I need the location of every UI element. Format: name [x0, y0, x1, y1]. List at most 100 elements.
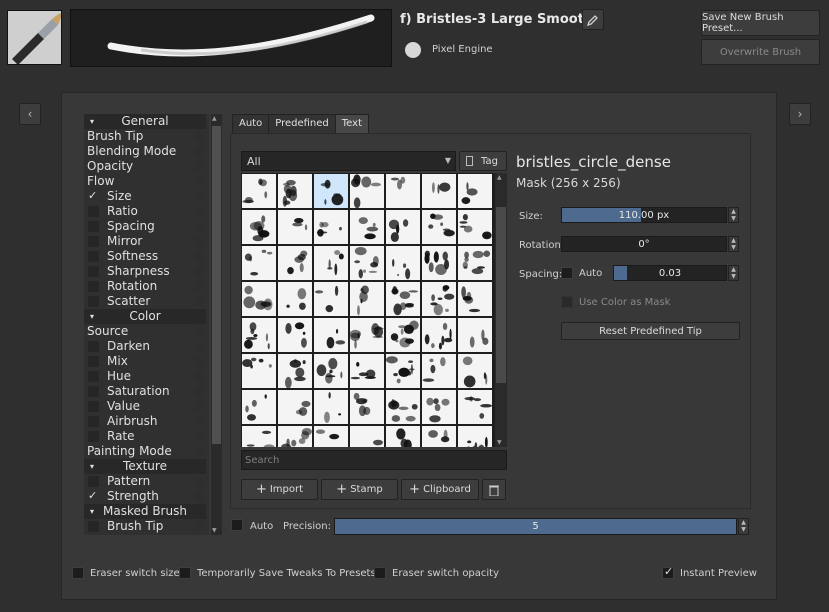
tag-button[interactable]: Tag [459, 151, 507, 171]
option-item[interactable]: Value [84, 399, 206, 414]
option-item[interactable]: Source [84, 324, 206, 339]
brush-tip-thumbnail[interactable] [422, 426, 456, 447]
option-item[interactable]: Opacity [84, 159, 206, 174]
lock-icon[interactable] [195, 237, 203, 246]
brush-tip-thumbnail[interactable] [386, 246, 420, 280]
stamp-button[interactable]: + Stamp [321, 479, 398, 500]
scroll-up-icon[interactable]: ▲ [212, 115, 217, 122]
brush-tip-thumbnail[interactable] [386, 426, 420, 447]
option-checkbox[interactable] [88, 341, 99, 352]
options-section-header[interactable]: ▾ General [84, 114, 206, 129]
option-checkbox[interactable]: ✓ [88, 190, 99, 201]
lock-icon[interactable] [195, 327, 203, 336]
spacing-slider[interactable]: 0.03 [613, 265, 727, 281]
lock-icon[interactable] [195, 282, 203, 291]
precision-spinbox[interactable]: ▲ ▼ [738, 518, 749, 535]
brush-tip-thumbnail[interactable] [278, 390, 312, 424]
option-item[interactable]: ✓ Size [84, 189, 206, 204]
brush-tip-thumbnail[interactable] [458, 318, 492, 352]
brush-tip-thumbnail[interactable] [278, 174, 312, 208]
lock-icon[interactable] [195, 417, 203, 426]
edit-name-button[interactable] [582, 9, 604, 30]
brush-tip-thumbnail[interactable] [350, 426, 384, 447]
brush-tip-thumbnail[interactable] [314, 246, 348, 280]
options-scrollbar[interactable]: ▲ ▼ [211, 114, 222, 535]
brush-tip-thumbnail[interactable] [422, 174, 456, 208]
brush-tip-thumbnail[interactable] [422, 210, 456, 244]
save-new-preset-button[interactable]: Save New Brush Preset... [701, 10, 820, 36]
tag-filter-combo[interactable]: All ▼ [241, 151, 456, 171]
brush-tip-thumbnail[interactable] [422, 354, 456, 388]
brush-tip-thumbnail[interactable] [278, 282, 312, 316]
brush-tip-thumbnail[interactable] [422, 282, 456, 316]
collapse-left-button[interactable]: ‹ [19, 103, 41, 125]
option-item[interactable]: Saturation [84, 384, 206, 399]
tip-grid-scroll-handle[interactable] [496, 207, 506, 383]
tab-1[interactable]: Predefined [268, 114, 336, 134]
brush-preset-thumbnail[interactable] [7, 10, 62, 65]
size-spinbox[interactable]: ▲ ▼ [728, 207, 739, 223]
brush-tip-thumbnail[interactable] [242, 246, 276, 280]
lock-icon[interactable] [195, 402, 203, 411]
option-item[interactable]: Mix [84, 354, 206, 369]
lock-icon[interactable] [195, 387, 203, 396]
options-section-header[interactable]: ▾ Texture [84, 459, 206, 474]
option-checkbox[interactable] [88, 206, 99, 217]
brush-tip-thumbnail[interactable] [242, 426, 276, 447]
brush-tip-thumbnail[interactable] [458, 390, 493, 424]
option-checkbox[interactable] [88, 431, 99, 442]
import-button[interactable]: + Import [241, 479, 318, 500]
brush-tip-thumbnail[interactable] [242, 354, 276, 388]
lock-icon[interactable] [195, 447, 203, 456]
brush-tip-thumbnail[interactable] [422, 390, 456, 424]
precision-auto-checkbox[interactable] [231, 519, 243, 531]
brush-tip-thumbnail[interactable] [314, 174, 348, 208]
rotation-spinbox[interactable]: ▲ ▼ [728, 236, 739, 252]
lock-icon[interactable] [195, 297, 203, 306]
lock-icon[interactable] [195, 192, 203, 201]
lock-icon[interactable] [195, 267, 203, 276]
reset-predefined-tip-button[interactable]: Reset Predefined Tip [561, 322, 740, 340]
option-item[interactable]: Pattern [84, 474, 206, 489]
options-section-header[interactable]: ▾ Masked Brush [84, 504, 206, 519]
overwrite-brush-button[interactable]: Overwrite Brush [701, 39, 820, 65]
clipboard-button[interactable]: + Clipboard [401, 479, 479, 500]
brush-tip-thumbnail[interactable] [314, 210, 348, 244]
option-item[interactable]: Rotation [84, 279, 206, 294]
tip-grid-scrollbar[interactable]: ▲ ▼ [495, 173, 507, 447]
brush-tip-thumbnail[interactable] [278, 246, 312, 280]
rotation-slider[interactable]: 0° [561, 236, 727, 252]
brush-tip-thumbnail[interactable] [314, 354, 348, 388]
lock-icon[interactable] [195, 522, 203, 531]
brush-tip-thumbnail[interactable] [242, 282, 276, 316]
brush-tip-thumbnail[interactable] [314, 282, 348, 316]
spacing-spinbox[interactable]: ▲ ▼ [728, 265, 739, 281]
option-item[interactable]: Darken [84, 339, 206, 354]
lock-icon[interactable] [195, 357, 203, 366]
brush-tip-thumbnail[interactable] [458, 246, 492, 280]
option-item[interactable]: Brush Tip [84, 129, 206, 144]
brush-tip-thumbnail[interactable] [386, 390, 420, 424]
lock-icon[interactable] [195, 477, 203, 486]
brush-tip-thumbnail[interactable] [350, 174, 384, 209]
option-checkbox[interactable] [88, 476, 99, 487]
option-item[interactable]: Spacing [84, 219, 206, 234]
brush-tip-thumbnail[interactable] [458, 174, 492, 208]
brush-tip-thumbnail[interactable] [458, 354, 492, 388]
brush-tip-thumbnail[interactable] [386, 210, 420, 244]
brush-tip-thumbnail[interactable] [386, 174, 420, 208]
eraser-switch-size-checkbox[interactable] [72, 567, 84, 579]
collapse-right-button[interactable]: › [789, 103, 811, 125]
brush-tip-thumbnail[interactable] [278, 318, 312, 352]
use-color-mask-checkbox[interactable] [561, 296, 573, 308]
option-item[interactable]: ✓ Strength [84, 489, 206, 504]
option-checkbox[interactable] [88, 236, 99, 247]
option-checkbox[interactable] [88, 521, 99, 532]
options-scrollbar-handle[interactable] [212, 126, 221, 444]
lock-icon[interactable] [195, 432, 203, 441]
scroll-up-icon[interactable]: ▲ [497, 174, 502, 181]
option-checkbox[interactable] [88, 251, 99, 262]
option-item[interactable]: Painting Mode [84, 444, 206, 459]
lock-icon[interactable] [195, 372, 203, 381]
lock-icon[interactable] [195, 132, 203, 141]
